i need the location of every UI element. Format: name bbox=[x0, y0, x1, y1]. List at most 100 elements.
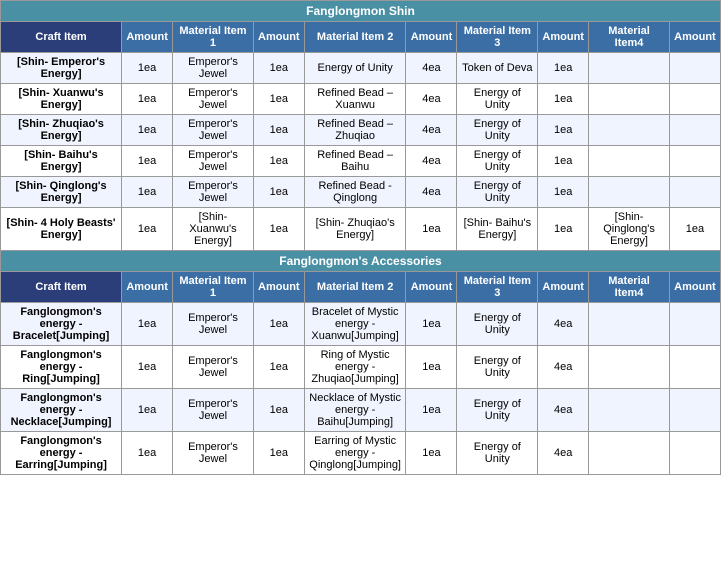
cell-r2-c0: Fanglongmon's energy - Necklace[Jumping] bbox=[1, 389, 122, 432]
table-row: [Shin- Xuanwu's Energy]1eaEmperor's Jewe… bbox=[1, 84, 721, 115]
table-row: [Shin- Qinglong's Energy]1eaEmperor's Je… bbox=[1, 177, 721, 208]
cell-r3-c7: 1ea bbox=[538, 146, 589, 177]
cell-r2-c8 bbox=[589, 389, 670, 432]
cell-r2-c9 bbox=[669, 389, 720, 432]
cell-r2-c2: Emperor's Jewel bbox=[173, 115, 254, 146]
cell-r2-c1: 1ea bbox=[122, 115, 173, 146]
cell-r3-c9 bbox=[669, 432, 720, 475]
cell-r3-c1: 1ea bbox=[122, 432, 173, 475]
cell-r3-c5: 4ea bbox=[406, 146, 457, 177]
col-header-7: Amount bbox=[538, 272, 589, 303]
cell-r5-c9: 1ea bbox=[669, 208, 720, 251]
cell-r3-c8 bbox=[589, 146, 670, 177]
cell-r3-c4: Refined Bead – Baihu bbox=[304, 146, 406, 177]
cell-r0-c6: Token of Deva bbox=[457, 53, 538, 84]
cell-r3-c0: Fanglongmon's energy - Earring[Jumping] bbox=[1, 432, 122, 475]
cell-r1-c7: 4ea bbox=[538, 346, 589, 389]
cell-r2-c1: 1ea bbox=[122, 389, 173, 432]
cell-r1-c1: 1ea bbox=[122, 346, 173, 389]
cell-r1-c1: 1ea bbox=[122, 84, 173, 115]
cell-r2-c5: 1ea bbox=[406, 389, 457, 432]
col-header-amount4: Amount bbox=[669, 22, 720, 53]
cell-r4-c3: 1ea bbox=[253, 177, 304, 208]
cell-r5-c2: [Shin- Xuanwu's Energy] bbox=[173, 208, 254, 251]
section-header-shin: Fanglongmon Shin bbox=[1, 1, 721, 22]
cell-r0-c1: 1ea bbox=[122, 53, 173, 84]
col-header-amount1: Amount bbox=[253, 22, 304, 53]
crafting-table: Fanglongmon Shin Craft Item Amount Mater… bbox=[0, 0, 721, 475]
table-row: [Shin- Emperor's Energy]1eaEmperor's Jew… bbox=[1, 53, 721, 84]
cell-r3-c3: 1ea bbox=[253, 146, 304, 177]
cell-r0-c8 bbox=[589, 303, 670, 346]
col-header-craft: Craft Item bbox=[1, 22, 122, 53]
cell-r4-c7: 1ea bbox=[538, 177, 589, 208]
cell-r3-c0: [Shin- Baihu's Energy] bbox=[1, 146, 122, 177]
col-header-0: Craft Item bbox=[1, 272, 122, 303]
cell-r2-c7: 1ea bbox=[538, 115, 589, 146]
cell-r1-c9 bbox=[669, 346, 720, 389]
cell-r5-c1: 1ea bbox=[122, 208, 173, 251]
cell-r3-c3: 1ea bbox=[253, 432, 304, 475]
cell-r3-c2: Emperor's Jewel bbox=[173, 146, 254, 177]
cell-r2-c3: 1ea bbox=[253, 389, 304, 432]
col-header-mat4: Material Item4 bbox=[589, 22, 670, 53]
cell-r1-c2: Emperor's Jewel bbox=[173, 346, 254, 389]
cell-r5-c4: [Shin- Zhuqiao's Energy] bbox=[304, 208, 406, 251]
cell-r2-c6: Energy of Unity bbox=[457, 115, 538, 146]
cell-r3-c2: Emperor's Jewel bbox=[173, 432, 254, 475]
cell-r0-c9 bbox=[669, 303, 720, 346]
col-header-8: Material Item4 bbox=[589, 272, 670, 303]
cell-r2-c5: 4ea bbox=[406, 115, 457, 146]
cell-r1-c0: Fanglongmon's energy - Ring[Jumping] bbox=[1, 346, 122, 389]
cell-r5-c0: [Shin- 4 Holy Beasts' Energy] bbox=[1, 208, 122, 251]
cell-r0-c0: Fanglongmon's energy - Bracelet[Jumping] bbox=[1, 303, 122, 346]
cell-r3-c6: Energy of Unity bbox=[457, 146, 538, 177]
col-header-6: Material Item 3 bbox=[457, 272, 538, 303]
cell-r1-c6: Energy of Unity bbox=[457, 346, 538, 389]
cell-r2-c0: [Shin- Zhuqiao's Energy] bbox=[1, 115, 122, 146]
cell-r4-c1: 1ea bbox=[122, 177, 173, 208]
cell-r4-c0: [Shin- Qinglong's Energy] bbox=[1, 177, 122, 208]
cell-r2-c8 bbox=[589, 115, 670, 146]
table-row: [Shin- Baihu's Energy]1eaEmperor's Jewel… bbox=[1, 146, 721, 177]
table-row: Fanglongmon's energy - Ring[Jumping]1eaE… bbox=[1, 346, 721, 389]
cell-r1-c8 bbox=[589, 84, 670, 115]
cell-r5-c5: 1ea bbox=[406, 208, 457, 251]
cell-r2-c4: Necklace of Mystic energy - Baihu[Jumpin… bbox=[304, 389, 406, 432]
cell-r3-c5: 1ea bbox=[406, 432, 457, 475]
cell-r1-c3: 1ea bbox=[253, 84, 304, 115]
cell-r0-c8 bbox=[589, 53, 670, 84]
cell-r2-c2: Emperor's Jewel bbox=[173, 389, 254, 432]
cell-r0-c4: Bracelet of Mystic energy - Xuanwu[Jumpi… bbox=[304, 303, 406, 346]
table-row: Fanglongmon's energy - Bracelet[Jumping]… bbox=[1, 303, 721, 346]
table-row: Fanglongmon's energy - Earring[Jumping]1… bbox=[1, 432, 721, 475]
cell-r4-c4: Refined Bead - Qinglong bbox=[304, 177, 406, 208]
col-header-amount2: Amount bbox=[406, 22, 457, 53]
cell-r1-c9 bbox=[669, 84, 720, 115]
cell-r1-c4: Ring of Mystic energy - Zhuqiao[Jumping] bbox=[304, 346, 406, 389]
cell-r3-c9 bbox=[669, 146, 720, 177]
cell-r1-c2: Emperor's Jewel bbox=[173, 84, 254, 115]
col-header-9: Amount bbox=[669, 272, 720, 303]
cell-r1-c4: Refined Bead – Xuanwu bbox=[304, 84, 406, 115]
col-header-3: Amount bbox=[253, 272, 304, 303]
cell-r0-c5: 1ea bbox=[406, 303, 457, 346]
cell-r0-c7: 1ea bbox=[538, 53, 589, 84]
cell-r3-c1: 1ea bbox=[122, 146, 173, 177]
cell-r5-c6: [Shin- Baihu's Energy] bbox=[457, 208, 538, 251]
cell-r0-c2: Emperor's Jewel bbox=[173, 53, 254, 84]
cell-r0-c6: Energy of Unity bbox=[457, 303, 538, 346]
col-header-mat3: Material Item 3 bbox=[457, 22, 538, 53]
cell-r4-c6: Energy of Unity bbox=[457, 177, 538, 208]
col-header-amount-craft: Amount bbox=[122, 22, 173, 53]
cell-r3-c7: 4ea bbox=[538, 432, 589, 475]
cell-r5-c7: 1ea bbox=[538, 208, 589, 251]
cell-r5-c8: [Shin- Qinglong's Energy] bbox=[589, 208, 670, 251]
cell-r2-c9 bbox=[669, 115, 720, 146]
col-header-amount3: Amount bbox=[538, 22, 589, 53]
cell-r0-c9 bbox=[669, 53, 720, 84]
table-row: [Shin- 4 Holy Beasts' Energy]1ea[Shin- X… bbox=[1, 208, 721, 251]
cell-r0-c2: Emperor's Jewel bbox=[173, 303, 254, 346]
col-header-mat1: Material Item 1 bbox=[173, 22, 254, 53]
cell-r1-c0: [Shin- Xuanwu's Energy] bbox=[1, 84, 122, 115]
